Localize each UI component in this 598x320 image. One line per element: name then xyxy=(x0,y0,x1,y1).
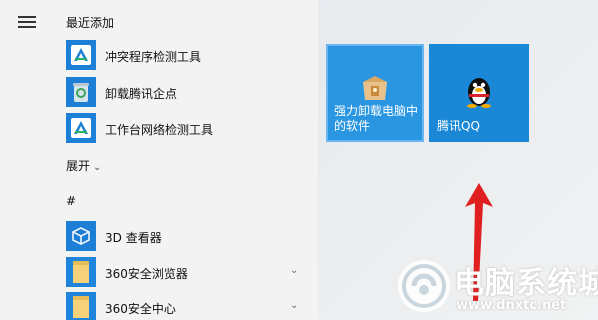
tile-label: 强力卸载电脑中的软件 xyxy=(334,104,419,133)
watermark-title: 电脑系统城 xyxy=(454,266,598,301)
hamburger-menu-icon[interactable] xyxy=(18,16,36,28)
recycle-bin-icon xyxy=(66,77,96,107)
app-item-network-tool[interactable]: 工作台网络检测工具 xyxy=(66,113,316,143)
tile-tencent-qq[interactable]: 腾讯QQ xyxy=(429,44,529,142)
app-list-pane: 最近添加 冲突程序检测工具 卸载腾讯企点 工作台网络检测工具 展开 ⌄ # 3D… xyxy=(0,0,318,320)
uninstall-box-icon xyxy=(360,72,390,105)
app-item-label: 工作台网络检测工具 xyxy=(105,123,214,137)
recently-added-header: 最近添加 xyxy=(66,16,115,30)
app-item-360-browser[interactable]: 360安全浏览器 ⌄ xyxy=(66,257,316,287)
app-item-label: 360安全中心 xyxy=(105,302,176,316)
site-watermark: 电脑系统城 www.dnxtc.net xyxy=(392,252,598,320)
hash-group-header[interactable]: # xyxy=(66,194,76,208)
tile-force-uninstall[interactable]: 强力卸载电脑中的软件 xyxy=(326,44,424,142)
app-item-3d-viewer[interactable]: 3D 查看器 xyxy=(66,221,316,251)
app-item-360-security[interactable]: 360安全中心 ⌄ xyxy=(66,292,316,320)
app-item-conflict-tool[interactable]: 冲突程序检测工具 xyxy=(66,40,316,70)
expand-label: 展开 xyxy=(66,159,91,173)
app-item-label: 卸载腾讯企点 xyxy=(105,87,178,101)
app-item-label: 冲突程序检测工具 xyxy=(105,50,202,64)
folder-icon xyxy=(66,257,96,287)
app-item-label: 360安全浏览器 xyxy=(105,267,188,281)
app-item-uninstall-qidian[interactable]: 卸载腾讯企点 xyxy=(66,77,316,107)
chevron-down-icon: ⌄ xyxy=(93,162,102,173)
tool-a-icon xyxy=(66,40,96,70)
watermark-logo-icon xyxy=(398,260,450,312)
watermark-url: www.dnxtc.net xyxy=(456,298,567,313)
folder-icon xyxy=(66,292,96,320)
chevron-down-icon[interactable]: ⌄ xyxy=(290,300,298,311)
tile-label: 腾讯QQ xyxy=(437,119,480,133)
expand-button[interactable]: 展开 ⌄ xyxy=(66,157,101,174)
chevron-down-icon[interactable]: ⌄ xyxy=(290,265,298,276)
tool-a-icon xyxy=(66,113,96,143)
start-menu: 最近添加 冲突程序检测工具 卸载腾讯企点 工作台网络检测工具 展开 ⌄ # 3D… xyxy=(0,0,598,320)
app-item-label: 3D 查看器 xyxy=(105,231,162,245)
qq-penguin-icon xyxy=(465,74,493,111)
cube-icon xyxy=(66,221,96,251)
